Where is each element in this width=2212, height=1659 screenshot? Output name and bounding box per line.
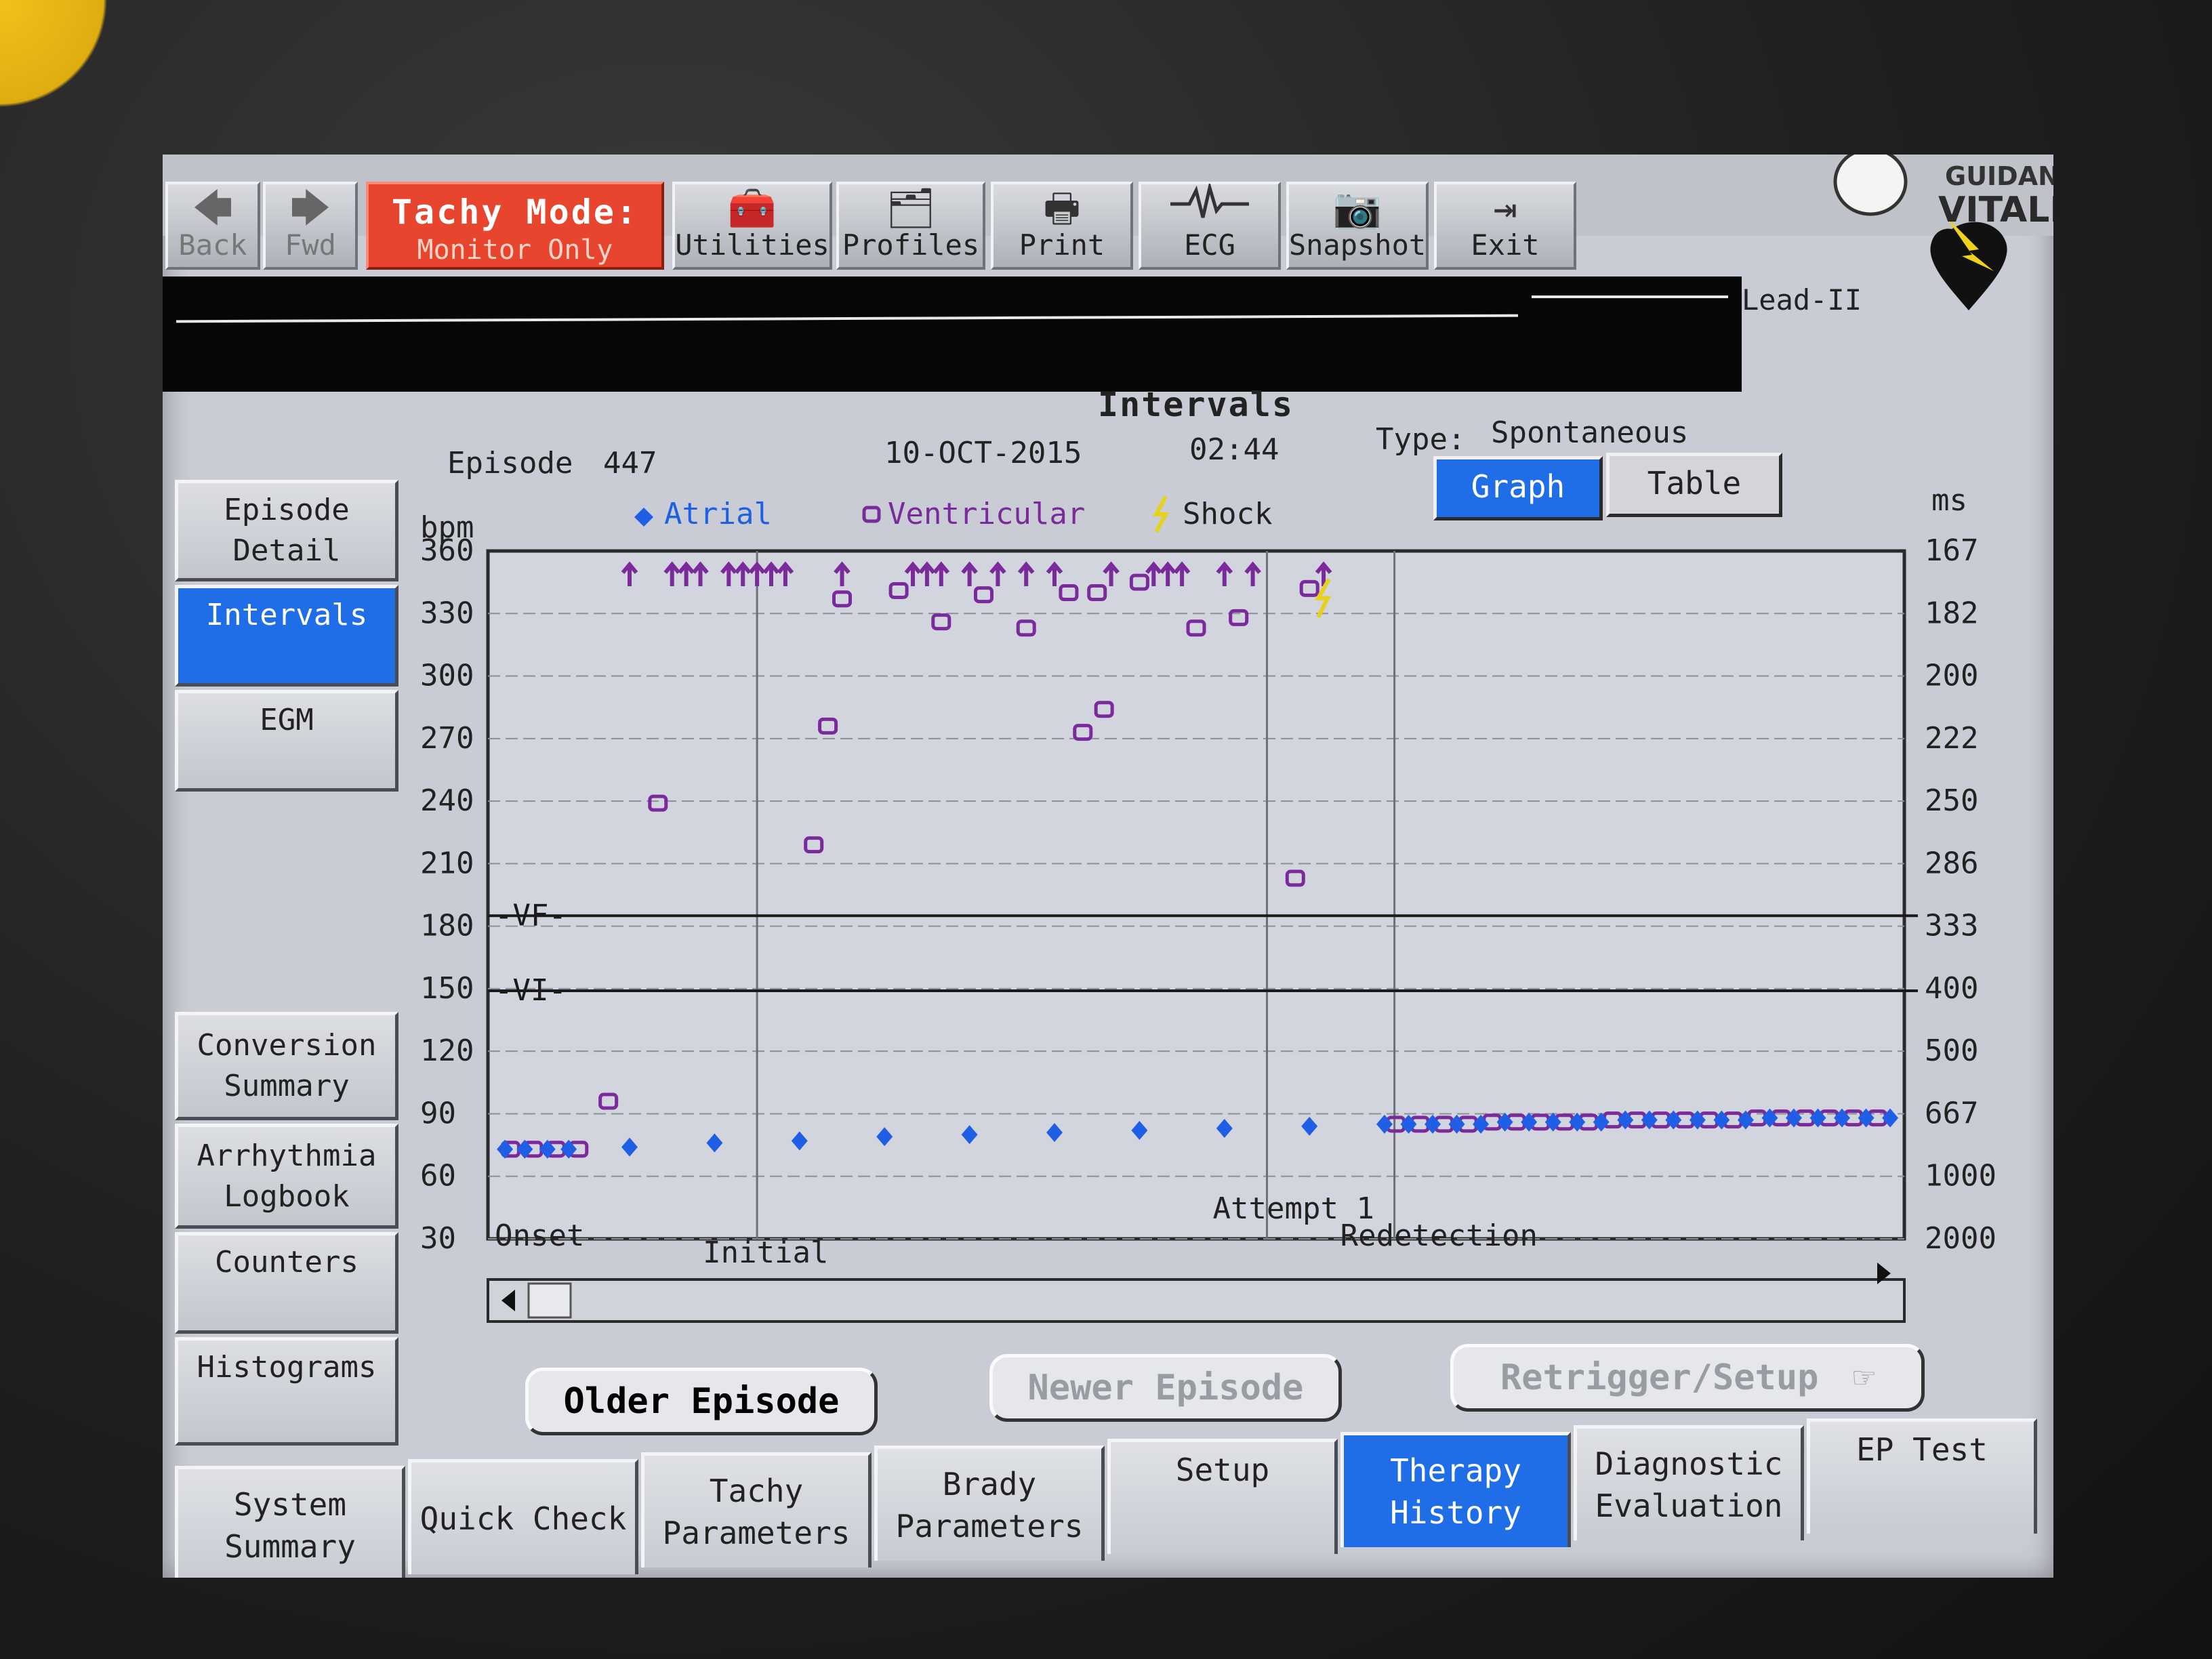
y-axis-unit-ms: ms [1931, 483, 1967, 518]
y-tick-ms: 200 [1925, 659, 1978, 693]
older-episode-button[interactable]: Older Episode [525, 1368, 878, 1435]
plot-area [486, 549, 1906, 1241]
y-tick-ms: 333 [1925, 909, 1978, 943]
y-axis-unit-bpm: bpm [420, 510, 474, 545]
y-tick-bpm: 240 [420, 783, 474, 818]
scrollbar-thumb[interactable] [527, 1282, 572, 1319]
tab-system-summary[interactable]: System Summary [175, 1466, 405, 1578]
programmer-screen: 🡄 Back 🡆 Fwd Tachy Mode: Monitor Only 🧰 … [163, 155, 2053, 1578]
newer-episode-button[interactable]: Newer Episode [989, 1354, 1342, 1422]
legend-ventricular-label: Ventricular [888, 497, 1085, 531]
y-tick-ms: 167 [1925, 533, 1978, 568]
y-tick-bpm: 270 [420, 721, 474, 756]
intervals-chart: 360 167 330 182 300 200 270 222 240 250 210 286 180 3… [163, 155, 2053, 1442]
y-tick-bpm: 120 [420, 1033, 474, 1068]
y-tick-ms: 2000 [1925, 1221, 1996, 1256]
legend-atrial-label: Atrial [664, 497, 772, 531]
episode-marker-label: Onset [495, 1218, 584, 1253]
tab-quick-check[interactable]: Quick Check [408, 1459, 638, 1574]
horizontal-scrollbar[interactable] [487, 1278, 1906, 1323]
y-tick-bpm: 330 [420, 596, 474, 630]
y-tick-ms: 400 [1925, 971, 1978, 1006]
y-tick-bpm: 60 [420, 1159, 456, 1193]
y-tick-ms: 250 [1925, 783, 1978, 818]
y-tick-ms: 182 [1925, 596, 1978, 630]
tab-brady-parameters[interactable]: Brady Parameters [874, 1446, 1105, 1561]
legend-shock-label: Shock [1183, 497, 1272, 531]
episode-marker-label: Redetection [1340, 1218, 1538, 1253]
tab-ep-test[interactable]: EP Test [1807, 1418, 2037, 1534]
y-tick-bpm: 150 [420, 971, 474, 1006]
intervals-chart-svg: 360 167330 182300 200270 222240 250210 286180 3… [420, 483, 1996, 1323]
tab-tachy-parameters[interactable]: Tachy Parameters [641, 1452, 872, 1568]
tab-diagnostic-evaluation[interactable]: Diagnostic Evaluation [1574, 1425, 1804, 1540]
threshold-label: -VI- [495, 973, 567, 1008]
legend-shock-symbol [1152, 495, 1170, 533]
hand-pointer-icon: ☞ [1853, 1357, 1875, 1398]
legend-ventricular-symbol [862, 506, 881, 523]
threshold-label: -VF- [495, 898, 567, 933]
y-tick-ms: 500 [1925, 1033, 1978, 1068]
y-tick-bpm: 90 [420, 1096, 456, 1130]
episode-marker-label: Initial [703, 1235, 828, 1270]
y-tick-ms: 1000 [1925, 1159, 1996, 1193]
y-tick-ms: 286 [1925, 846, 1978, 880]
y-tick-ms: 667 [1925, 1096, 1978, 1130]
y-tick-bpm: 30 [420, 1221, 456, 1256]
retrigger-setup-button[interactable]: Retrigger/Setup ☞ [1450, 1344, 1925, 1412]
retrigger-setup-label: Retrigger/Setup [1500, 1357, 1819, 1398]
y-tick-bpm: 180 [420, 909, 474, 943]
y-tick-ms: 222 [1925, 721, 1978, 756]
tab-setup[interactable]: Setup [1107, 1439, 1338, 1554]
tab-therapy-history[interactable]: Therapy History [1340, 1432, 1571, 1547]
y-tick-bpm: 210 [420, 846, 474, 880]
legend-atrial-symbol [634, 508, 653, 527]
y-tick-bpm: 300 [420, 659, 474, 693]
background-corner [0, 0, 122, 122]
